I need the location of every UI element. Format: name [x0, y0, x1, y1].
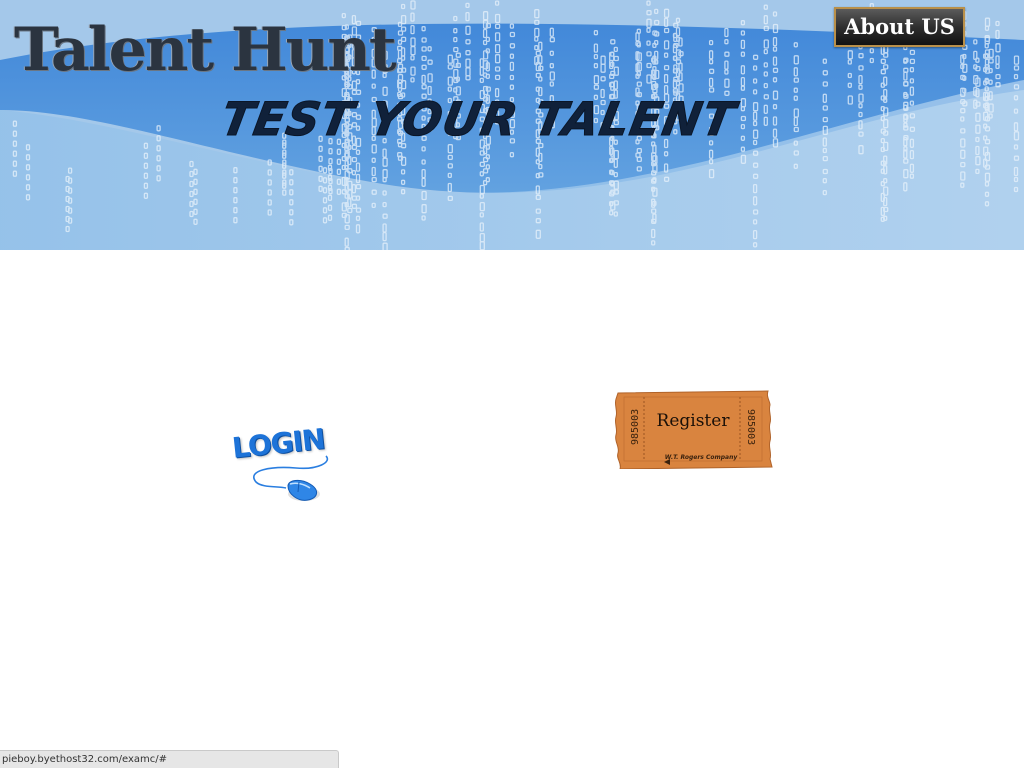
ticket-number-left: 985003 [630, 408, 641, 446]
ticket-company: W.T. Rogers Company [664, 454, 738, 461]
site-title: Talent Hunt [14, 15, 397, 85]
login-link[interactable]: LOGIN [226, 422, 334, 508]
ticket-number-right: 985003 [745, 408, 756, 446]
page: Talent Hunt TEST YOUR TALENT About US LO… [0, 0, 1024, 768]
header-banner: Talent Hunt TEST YOUR TALENT About US [0, 0, 1024, 250]
tagline: TEST YOUR TALENT [217, 92, 740, 147]
register-label: Register [656, 411, 730, 431]
about-us-button[interactable]: About US [834, 7, 965, 47]
status-bar-url: pieboy.byethost32.com/examc/# [0, 750, 339, 768]
register-link[interactable]: 985003 Register 985003 W.T. Rogers Compa… [612, 389, 774, 469]
